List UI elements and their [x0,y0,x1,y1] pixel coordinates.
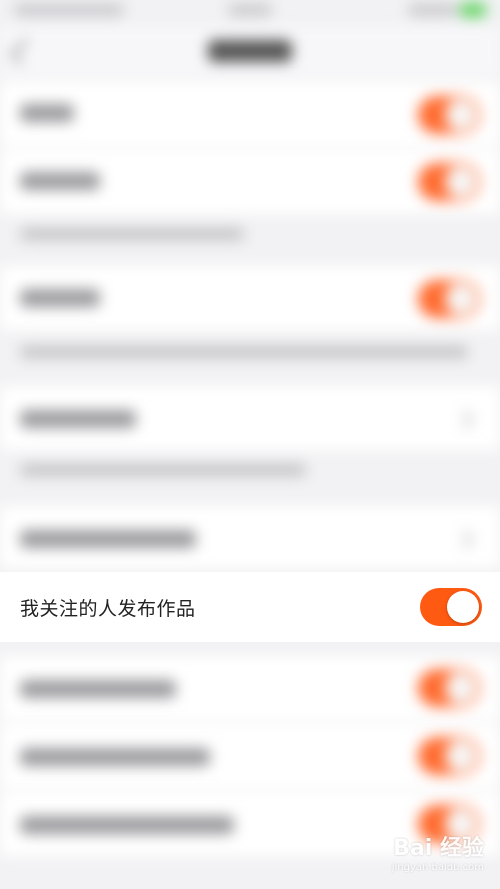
watermark-url: jingyan.baidu.com [391,862,484,873]
battery-icon [460,3,486,17]
setting-label [20,289,100,307]
status-indicators [408,4,458,16]
setting-description [20,464,306,476]
setting-label [20,748,210,766]
setting-row-following-publish[interactable]: 我关注的人发布作品 [0,572,500,642]
page-title [208,40,292,62]
setting-label [20,410,136,428]
setting-label [20,172,100,190]
toggle-switch[interactable] [418,737,480,775]
baidu-jingyan-watermark: Bai 经验 jingyan.baidu.com [392,830,484,873]
toggle-switch[interactable] [418,669,480,707]
blurred-background [0,0,500,889]
toggle-switch[interactable] [418,163,480,201]
setting-description [20,228,244,240]
toggle-switch[interactable] [418,280,480,318]
setting-description [20,346,468,358]
setting-label [20,530,196,548]
toggle-switch[interactable] [418,96,480,134]
status-time [228,4,272,16]
setting-label [20,104,74,122]
setting-label [20,680,176,698]
setting-label: 我关注的人发布作品 [20,597,196,620]
setting-label [20,816,234,834]
watermark-brand: Bai 经验 [393,836,484,861]
toggle-knob [447,591,479,623]
carrier-signal [14,4,124,16]
toggle-switch[interactable] [420,588,482,626]
